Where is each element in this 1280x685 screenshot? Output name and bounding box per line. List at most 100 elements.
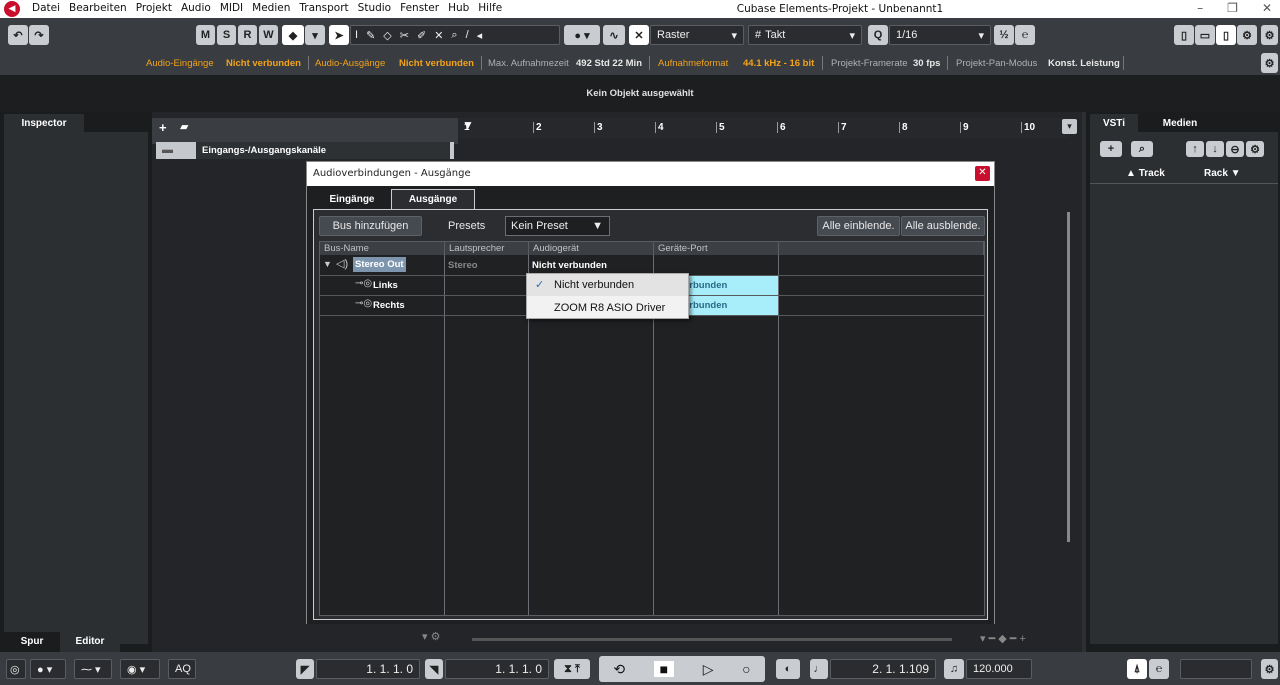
tempo-note-icon[interactable]: ♩ [810,659,828,679]
activity-icon[interactable]: ◎ [6,659,26,679]
pointer-tool-icon[interactable]: ➤ [329,25,349,45]
add-bus-button[interactable]: Bus hinzufügen [319,216,422,236]
vertical-scrollbar[interactable] [1067,212,1070,542]
horizontal-scrollbar[interactable] [472,638,952,641]
project-cursor-icon[interactable]: ▼ [462,118,474,132]
left-locator-value[interactable]: 1. 1. 1. 0 [316,659,420,679]
audio-inputs-label[interactable]: Audio-Eingänge [146,58,214,69]
iterative-quantize-icon[interactable]: ℮ [1015,25,1035,45]
popup-item-zoom-r8[interactable]: ZOOM R8 ASIO Driver [527,297,688,319]
right-locator-value[interactable]: 1. 1. 1. 0 [445,659,549,679]
minimize-icon[interactable]: – [1197,1,1203,15]
tab-medien[interactable]: Medien [1144,114,1216,134]
column-bus-name[interactable]: Bus-Name [320,242,445,255]
column-device[interactable]: Audiogerät [529,242,654,255]
quantize-select[interactable]: 1/16 ▾ [889,25,991,45]
dropdown-icon[interactable]: ▾ [305,25,325,45]
audio-outputs-label[interactable]: Audio-Ausgänge [315,58,385,69]
autoscroll-icon[interactable]: ◆ [282,25,304,45]
bus-name[interactable]: Stereo Out [353,257,406,272]
metronome-icon[interactable]: ⍋ [1127,659,1147,679]
show-all-button[interactable]: Alle einblende. [817,216,900,236]
collapse-icon[interactable]: ⊖ [1226,141,1244,157]
right-zone-icon[interactable]: ▯ [1216,25,1236,45]
column-rack[interactable]: Rack ▼ [1204,168,1241,179]
tab-ausgaenge[interactable]: Ausgänge [391,189,475,210]
settings-gear-icon[interactable]: ⚙ [1261,25,1278,45]
tab-vsti[interactable]: VSTi [1090,114,1138,134]
track-io-channels[interactable]: ▬ Eingangs-/Ausgangskanäle [156,142,454,159]
arrow-up-icon[interactable]: ↑ [1186,141,1204,157]
search-icon[interactable]: ⌕ [1131,141,1153,157]
play-icon[interactable]: ▷ [703,661,714,678]
audio-inputs-value[interactable]: Nicht verbunden [226,58,301,69]
eraser-tool-icon[interactable]: ◇ [383,29,399,42]
scissors-tool-icon[interactable]: ✂ [400,29,417,42]
table-row[interactable]: ▼ ◁) Stereo Out Stereo Nicht verbunden [320,255,984,275]
tab-spur[interactable]: Spur [4,632,60,652]
read-button[interactable]: R [238,25,257,45]
left-zone-icon[interactable]: ▯ [1174,25,1194,45]
ruler[interactable]: 1 2 3 4 5 6 7 8 9 10 [458,118,1070,138]
grid-select[interactable]: # Takt ▾ [748,25,862,45]
zoom-slider-icon[interactable]: ▾ ━ ◆ ━ + [980,632,1026,645]
column-speaker[interactable]: Lautsprecher [445,242,529,255]
stop-icon[interactable]: ■ [653,661,675,677]
record-icon[interactable]: ○ [742,661,750,677]
vsti-settings-icon[interactable]: ⚙ [1246,141,1264,157]
audio-outputs-value[interactable]: Nicht verbunden [399,58,474,69]
right-locator-icon[interactable]: ◥ [425,659,443,679]
tab-eingaenge[interactable]: Eingänge [315,190,389,210]
snap-type-icon[interactable]: ✕ [629,25,649,45]
popup-item-not-connected[interactable]: ✓ Nicht verbunden [527,274,688,296]
column-track[interactable]: ▲ Track [1126,168,1165,179]
quantize-apply-icon[interactable]: ½ [994,25,1014,45]
punch-in-out-icon[interactable]: ⧗ ⤒ [554,659,590,679]
line-tool-icon[interactable]: / [466,29,477,41]
folder-icon[interactable]: ▰ [180,120,188,133]
auto-quantize-button[interactable]: AQ [168,659,196,679]
metronome-click-icon[interactable]: ◐ [776,659,800,679]
color-tool-icon[interactable]: ● ▾ [564,25,600,45]
arrow-down-icon[interactable]: ↓ [1206,141,1224,157]
left-locator-icon[interactable]: ◤ [296,659,314,679]
audio-device[interactable]: Nicht verbunden [532,260,607,271]
zoom-tool-icon[interactable]: ⌕ [451,29,465,42]
snap-icon[interactable]: ∿ [603,25,625,45]
punch-select[interactable]: ◉ ▾ [120,659,160,679]
rec-format-value[interactable]: 44.1 kHz - 16 bit [743,58,814,69]
hide-all-button[interactable]: Alle ausblende. [901,216,985,236]
solo-button[interactable]: S [217,25,236,45]
rec-format-label[interactable]: Aufnahmeformat [658,58,728,69]
close-window-icon[interactable]: ✕ [1262,1,1272,15]
snap-type-select[interactable]: Raster ▾ [650,25,744,45]
record-mode-select[interactable]: ● ▾ [30,659,66,679]
play-tool-icon[interactable]: ◂ [477,29,491,42]
mute-button[interactable]: M [196,25,215,45]
status-settings-gear-icon[interactable]: ⚙ [1261,53,1278,73]
undo-icon[interactable]: ↶ [8,25,28,45]
pencil-tool-icon[interactable]: ✎ [366,29,383,42]
tab-editor[interactable]: Editor [60,632,120,652]
restore-icon[interactable]: ❐ [1227,1,1238,15]
cycle-icon[interactable]: ⟲ [613,661,625,678]
column-port[interactable]: Geräte-Port [654,242,779,255]
write-button[interactable]: W [259,25,278,45]
channel-name[interactable]: Links [373,280,398,291]
redo-icon[interactable]: ↷ [29,25,49,45]
add-track-icon[interactable]: + [159,120,167,135]
tab-inspector[interactable]: Inspector [4,114,84,134]
position-value[interactable]: 2. 1. 1.109 [830,659,936,679]
setup-window-icon[interactable]: ⚙ [1237,25,1257,45]
expand-icon[interactable]: ▼ [323,259,332,269]
preset-select[interactable]: Kein Preset ▼ [505,216,610,236]
range-tool-icon[interactable]: I [355,29,366,41]
channel-name[interactable]: Rechts [373,300,405,311]
waveform-select[interactable]: ⁓ ▾ [74,659,112,679]
tempo-track-icon[interactable]: ♫ [944,659,964,679]
lower-zone-icon[interactable]: ▭ [1195,25,1215,45]
close-icon[interactable]: ✕ [975,166,990,181]
transport-settings-gear-icon[interactable]: ⚙ [1261,659,1278,679]
add-instrument-icon[interactable]: + [1100,141,1122,157]
tempo-value[interactable]: 120.000 [966,659,1032,679]
